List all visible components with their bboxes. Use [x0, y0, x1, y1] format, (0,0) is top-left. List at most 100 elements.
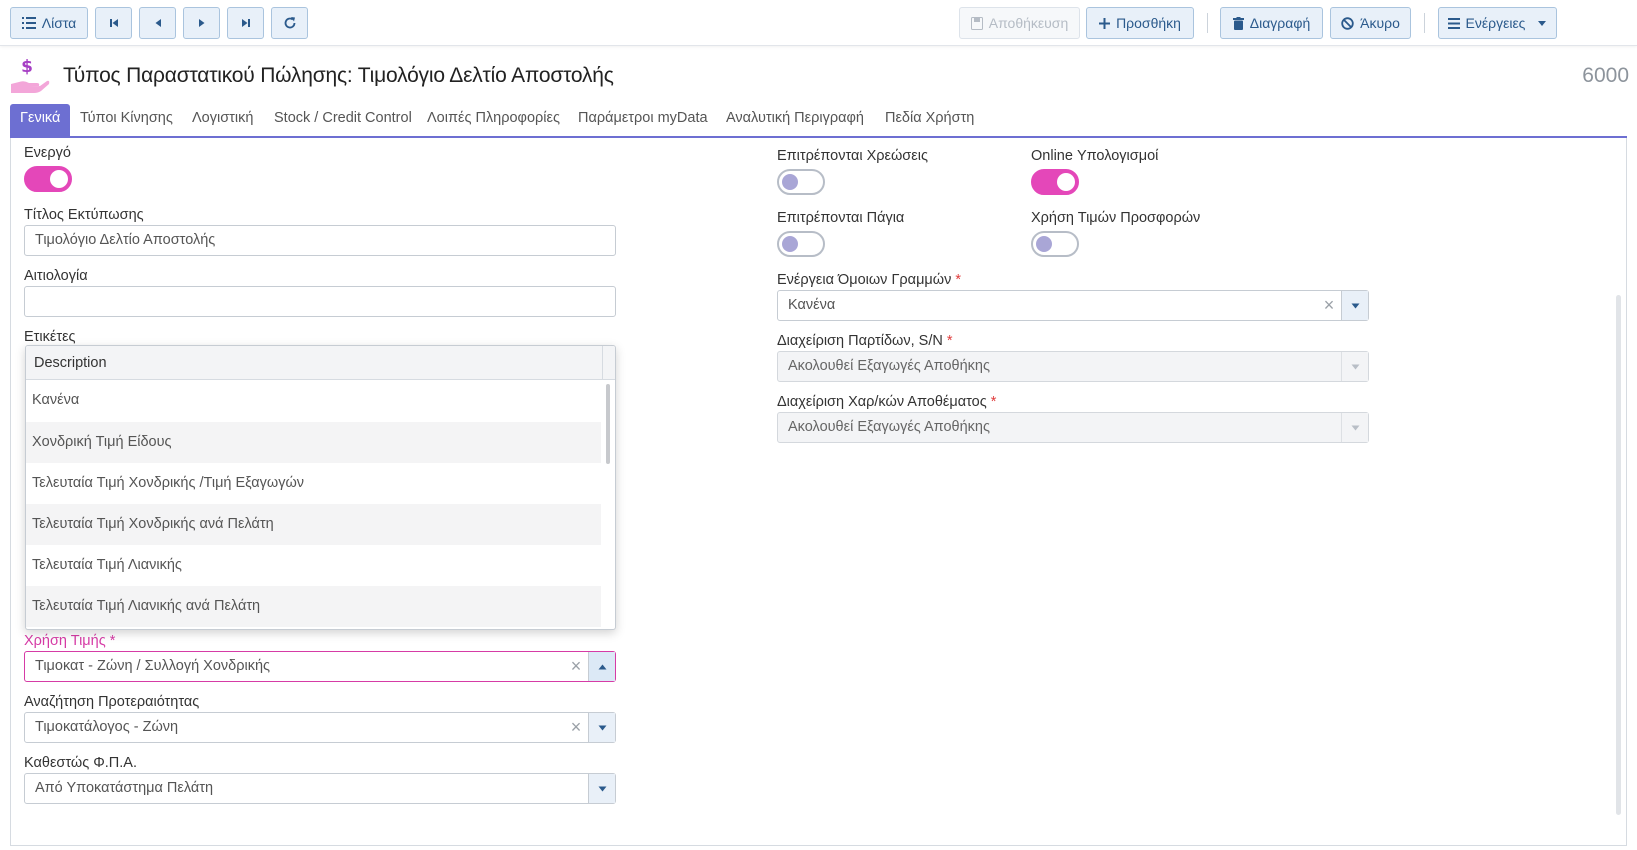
- caret-down-icon: [1538, 20, 1547, 26]
- dropdown-toggle: [1341, 413, 1368, 442]
- dropdown-option[interactable]: Τελευταία Τιμή Λιανικής ανά Πελάτη: [26, 586, 601, 627]
- print-title-label: Τίτλος Εκτύπωσης: [24, 207, 144, 223]
- list-button-label: Λίστα: [41, 15, 77, 31]
- price-usage-value: Τιμοκατ - Ζώνη / Συλλογή Χονδρικής: [35, 658, 271, 674]
- dropdown-toggle[interactable]: [588, 652, 615, 681]
- dropdown-toggle: [1341, 352, 1368, 381]
- tab-user-fields[interactable]: Πεδία Χρήστη: [875, 104, 984, 136]
- skip-first-icon: [109, 19, 118, 27]
- batch-sn-label: Διαχείριση Παρτίδων, S/N *: [777, 333, 953, 349]
- clear-icon[interactable]: ×: [569, 713, 583, 742]
- delete-button-label: Διαγραφή: [1249, 15, 1311, 31]
- skip-last-icon: [241, 19, 250, 27]
- reason-label: Αιτιολογία: [24, 268, 88, 284]
- batch-sn-select[interactable]: Ακολουθεί Εξαγωγές Αποθήκης: [777, 351, 1369, 382]
- similar-lines-select[interactable]: Κανένα ×: [777, 290, 1369, 321]
- price-usage-select[interactable]: Τιμοκατ - Ζώνη / Συλλογή Χονδρικής ×: [24, 651, 616, 682]
- refresh-icon: [284, 17, 295, 29]
- similar-lines-value: Κανένα: [788, 297, 836, 313]
- caret-right-icon: [198, 19, 204, 27]
- batch-sn-value: Ακολουθεί Εξαγωγές Αποθήκης: [788, 358, 990, 374]
- stock-chars-select[interactable]: Ακολουθεί Εξαγωγές Αποθήκης: [777, 412, 1369, 443]
- allow-charges-label: Επιτρέπονται Χρεώσεις: [777, 148, 928, 164]
- chevron-down-icon: [1351, 303, 1359, 308]
- last-record-button[interactable]: [227, 7, 264, 39]
- chevron-down-icon: [1351, 425, 1359, 430]
- hand-dollar-icon: $: [11, 57, 50, 93]
- dropdown-scrollbar[interactable]: [606, 384, 610, 464]
- list-icon: [21, 17, 36, 29]
- use-offer-prices-toggle[interactable]: [1031, 231, 1079, 257]
- add-button[interactable]: Προσθήκη: [1086, 7, 1194, 39]
- dropdown-toggle[interactable]: [588, 713, 615, 742]
- chevron-down-icon: [598, 786, 606, 791]
- tags-label: Ετικέτες: [24, 329, 76, 345]
- allow-charges-toggle[interactable]: [777, 169, 825, 195]
- toggle-knob: [50, 170, 68, 188]
- online-calc-label: Online Υπολογισμοί: [1031, 148, 1159, 164]
- svg-text:$: $: [21, 57, 33, 77]
- priority-search-value: Τιμοκατάλογος - Ζώνη: [35, 719, 179, 735]
- tab-accounting[interactable]: Λογιστική: [182, 104, 263, 136]
- price-usage-dropdown-panel: Description Κανένα Χονδρική Τιμή Είδους …: [25, 345, 616, 630]
- allow-assets-toggle[interactable]: [777, 231, 825, 257]
- clear-icon[interactable]: ×: [569, 652, 583, 681]
- print-title-input[interactable]: Τιμολόγιο Δελτίο Αποστολής: [24, 225, 616, 256]
- dropdown-option[interactable]: Τελευταία Τιμή Λιανικής: [26, 545, 601, 586]
- online-calc-toggle[interactable]: [1031, 169, 1079, 195]
- page-title: Τύπος Παραστατικού Πώλησης: Τιμολόγιο Δε…: [63, 64, 614, 87]
- chevron-down-icon: [1351, 364, 1359, 369]
- save-icon: [970, 16, 983, 30]
- add-button-label: Προσθήκη: [1116, 15, 1181, 31]
- column-divider: [602, 346, 603, 380]
- refresh-button[interactable]: [271, 7, 308, 39]
- next-record-button[interactable]: [183, 7, 220, 39]
- tab-other-info[interactable]: Λοιπές Πληροφορίες: [417, 104, 570, 136]
- dropdown-option[interactable]: Τελευταία Τιμή Χονδρικής ανά Πελάτη: [26, 504, 601, 545]
- menu-icon: [1447, 17, 1460, 29]
- delete-button[interactable]: Διαγραφή: [1220, 7, 1323, 39]
- toggle-knob: [782, 174, 798, 190]
- priority-search-select[interactable]: Τιμοκατάλογος - Ζώνη ×: [24, 712, 616, 743]
- toggle-knob: [1036, 236, 1052, 252]
- tab-stock-credit-control[interactable]: Stock / Credit Control: [264, 104, 422, 136]
- actions-menu-button[interactable]: Ενέργειες: [1438, 7, 1557, 39]
- tab-mydata-params[interactable]: Παράμετροι myData: [568, 104, 718, 136]
- plus-icon: [1099, 17, 1111, 29]
- tab-bar: Γενικά Τύποι Κίνησης Λογιστική Stock / C…: [10, 104, 1627, 138]
- chevron-up-icon: [598, 664, 606, 669]
- page-scrollbar[interactable]: [1616, 295, 1621, 815]
- save-button-label: Αποθήκευση: [988, 15, 1069, 31]
- tab-movement-types[interactable]: Τύποι Κίνησης: [70, 104, 183, 136]
- trash-icon: [1232, 16, 1244, 30]
- save-button[interactable]: Αποθήκευση: [959, 7, 1080, 39]
- previous-record-button[interactable]: [139, 7, 176, 39]
- active-toggle[interactable]: [24, 166, 72, 192]
- dropdown-column-header[interactable]: Description: [26, 346, 615, 380]
- vat-status-select[interactable]: Από Υποκατάστημα Πελάτη: [24, 773, 616, 804]
- toolbar-divider: [1207, 13, 1208, 33]
- dropdown-toggle[interactable]: [588, 774, 615, 803]
- first-record-button[interactable]: [95, 7, 132, 39]
- dropdown-option[interactable]: Χονδρική Τιμή Είδους: [26, 422, 601, 463]
- actions-button-label: Ενέργειες: [1465, 15, 1526, 31]
- active-label: Ενεργό: [24, 145, 71, 161]
- cancel-button[interactable]: Άκυρο: [1330, 7, 1411, 39]
- record-id: 6000: [1582, 64, 1629, 87]
- tab-general[interactable]: Γενικά: [10, 104, 71, 136]
- vat-status-value: Από Υποκατάστημα Πελάτη: [35, 780, 214, 796]
- clear-icon[interactable]: ×: [1322, 291, 1336, 320]
- priority-search-label: Αναζήτηση Προτεραιότητας: [24, 694, 200, 710]
- list-button[interactable]: Λίστα: [10, 7, 88, 39]
- vat-status-label: Καθεστώς Φ.Π.Α.: [24, 755, 138, 771]
- dropdown-option[interactable]: Τελευταία Τιμή Χονδρικής /Τιμή Εξαγωγών: [26, 463, 601, 504]
- similar-lines-label: Ενέργεια Όμοιων Γραμμών *: [777, 272, 962, 288]
- toggle-knob: [1057, 173, 1075, 191]
- toolbar-divider: [1424, 13, 1425, 33]
- dropdown-toggle[interactable]: [1341, 291, 1368, 320]
- reason-input[interactable]: [24, 286, 616, 317]
- dropdown-option[interactable]: Κανένα: [26, 380, 601, 421]
- use-offer-prices-label: Χρήση Τιμών Προσφορών: [1031, 210, 1201, 226]
- toggle-knob: [782, 236, 798, 252]
- tab-detailed-description[interactable]: Αναλυτική Περιγραφή: [716, 104, 874, 136]
